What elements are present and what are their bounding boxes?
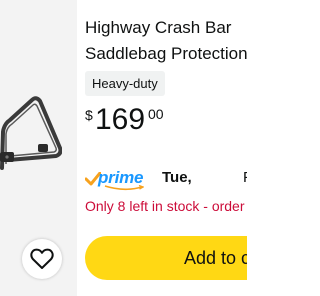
product-title[interactable]: Highway Crash Bar Saddlebag Protection bbox=[85, 15, 247, 67]
product-card: Highway Crash Bar Saddlebag Protection H… bbox=[0, 0, 247, 296]
product-title-line1[interactable]: Highway Crash Bar bbox=[85, 15, 247, 41]
price-whole: 169 bbox=[95, 103, 146, 136]
stock-warning: Only 8 left in stock - order soon. bbox=[85, 198, 247, 214]
add-to-cart-button[interactable]: Add to cart bbox=[85, 236, 247, 280]
product-title-line2[interactable]: Saddlebag Protection bbox=[85, 41, 247, 67]
delivery-day: Tue, bbox=[162, 169, 192, 186]
delivery-extra: F bbox=[243, 169, 247, 186]
price-symbol: $ bbox=[85, 107, 93, 123]
price-fraction: 00 bbox=[148, 106, 164, 122]
feature-badge: Heavy-duty bbox=[85, 71, 165, 96]
product-image[interactable] bbox=[0, 88, 62, 178]
wishlist-button[interactable] bbox=[22, 239, 62, 279]
product-image-panel[interactable] bbox=[0, 0, 77, 296]
heart-icon bbox=[30, 248, 54, 269]
prime-smile-icon bbox=[104, 185, 144, 191]
product-info: Highway Crash Bar Saddlebag Protection H… bbox=[85, 0, 247, 296]
